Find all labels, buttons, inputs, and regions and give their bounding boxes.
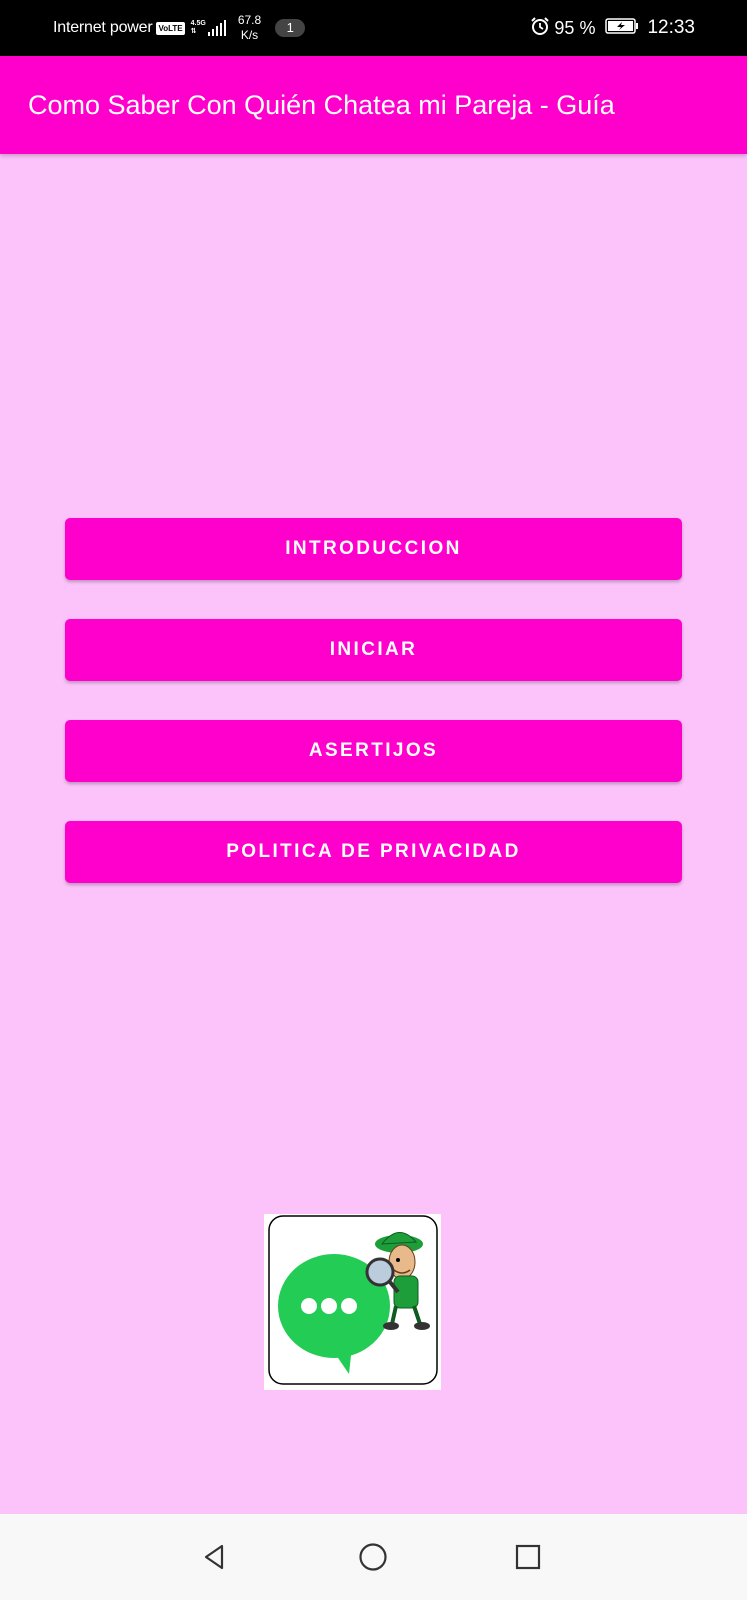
status-left: Internet power VoLTE 4.5G ⇅ 67.8 K/s 1 [53, 0, 306, 56]
notification-count-badge: 1 [275, 19, 306, 37]
clock: 12:33 [647, 17, 695, 38]
volte-badge: VoLTE [156, 21, 185, 35]
battery-percent: 95 % [554, 17, 596, 38]
signal-icon [207, 20, 228, 36]
home-icon[interactable] [355, 1539, 391, 1575]
chat-detective-logo-icon [264, 1214, 441, 1390]
network-speed: 67.8 K/s [238, 13, 261, 43]
introduccion-button[interactable]: INTRODUCCION [65, 518, 682, 580]
asertijos-button[interactable]: ASERTIJOS [65, 720, 682, 782]
speed-unit: K/s [240, 28, 259, 42]
status-bar: Internet power VoLTE 4.5G ⇅ 67.8 K/s 1 9… [0, 0, 747, 56]
network-type: 4.5G ⇅ [191, 20, 206, 36]
alarm-icon [530, 16, 550, 41]
carrier-name: Internet power [53, 19, 153, 36]
data-arrows-icon: ⇅ [190, 28, 197, 35]
app-bar: Como Saber Con Quién Chatea mi Pareja - … [0, 56, 747, 154]
back-icon[interactable] [197, 1539, 233, 1575]
recents-icon[interactable] [510, 1539, 546, 1575]
status-right: 95 % 12:33 [530, 0, 695, 56]
speed-value: 67.8 [237, 13, 262, 27]
battery-charging-icon [605, 17, 639, 40]
iniciar-button[interactable]: INICIAR [65, 619, 682, 681]
politica-de-privacidad-button[interactable]: POLITICA DE PRIVACIDAD [65, 821, 682, 883]
app-title: Como Saber Con Quién Chatea mi Pareja - … [28, 90, 615, 120]
network-type-label: 4.5G [190, 20, 206, 27]
